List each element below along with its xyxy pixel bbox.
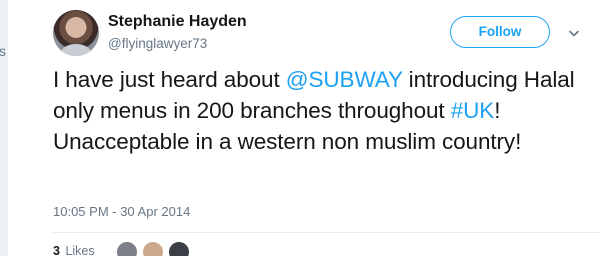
tweet-text-part: I have just heard about <box>53 67 286 92</box>
likes-label: Likes <box>65 244 95 256</box>
likes-stat[interactable]: 3 Likes <box>53 244 95 256</box>
hashtag-link[interactable]: #UK <box>451 98 495 123</box>
author-handle[interactable]: @flyinglawyer73 <box>108 36 207 51</box>
avatar[interactable] <box>53 10 99 56</box>
author-name[interactable]: Stephanie Hayden <box>108 13 247 31</box>
tweet-timestamp[interactable]: 10:05 PM - 30 Apr 2014 <box>53 204 190 219</box>
chevron-down-icon[interactable] <box>569 30 579 38</box>
liker-avatar[interactable] <box>115 240 139 256</box>
likes-count: 3 <box>53 244 60 256</box>
tweet-card: Stephanie Hayden @flyinglawyer73 Follow … <box>53 0 600 256</box>
divider <box>53 232 600 233</box>
left-panel-edge: s <box>0 0 8 256</box>
mention-link[interactable]: @SUBWAY <box>286 67 403 92</box>
edge-glyph: s <box>0 43 6 59</box>
tweet-text: I have just heard about @SUBWAY introduc… <box>53 64 593 157</box>
liker-avatar[interactable] <box>141 240 165 256</box>
follow-button[interactable]: Follow <box>450 16 550 48</box>
liker-avatar[interactable] <box>167 240 191 256</box>
